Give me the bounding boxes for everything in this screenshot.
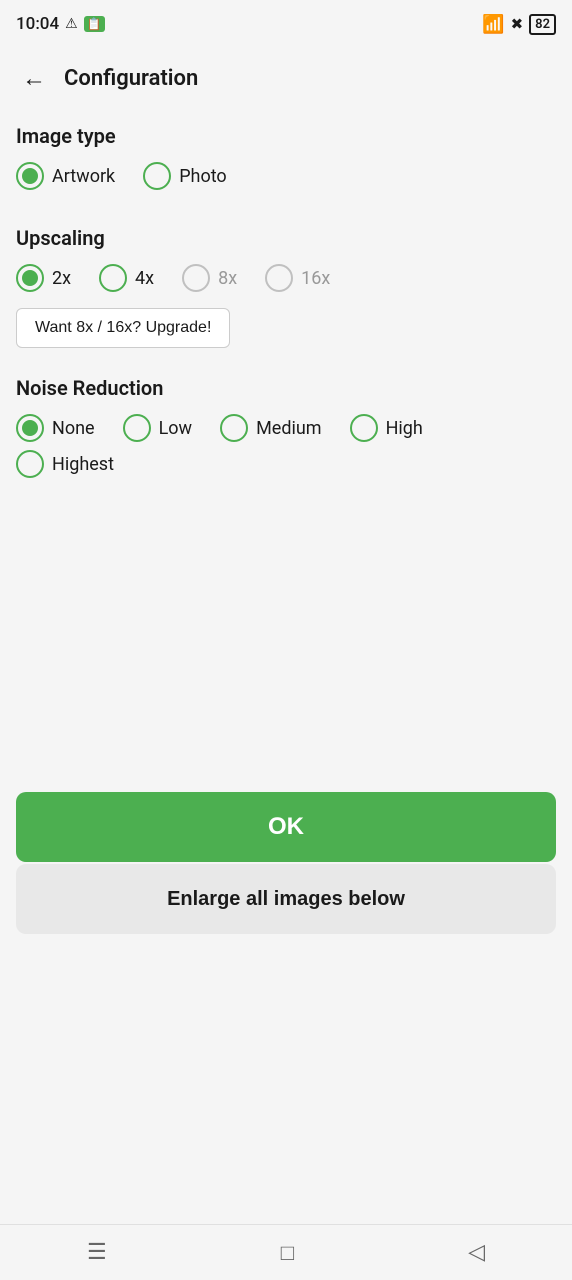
medium-radio-outer — [220, 414, 248, 442]
noise-highest[interactable]: Highest — [16, 450, 114, 478]
buttons-area: OK Enlarge all images below — [0, 792, 572, 934]
8x-radio-outer — [182, 264, 210, 292]
menu-icon[interactable]: ☰ — [87, 1240, 107, 1265]
upscaling-4x[interactable]: 4x — [99, 264, 154, 292]
8x-label: 8x — [218, 268, 237, 289]
image-type-artwork[interactable]: Artwork — [16, 162, 115, 190]
upscaling-radio-group: 2x 4x 8x 16x — [16, 264, 556, 300]
image-type-photo[interactable]: Photo — [143, 162, 227, 190]
back-button[interactable]: ← — [16, 60, 52, 96]
high-radio-outer — [350, 414, 378, 442]
warning-icon: ⚠ — [65, 16, 78, 32]
battery-indicator: 82 — [529, 14, 556, 35]
upscaling-title: Upscaling — [16, 226, 556, 250]
16x-radio-outer — [265, 264, 293, 292]
2x-label: 2x — [52, 268, 71, 289]
wifi-icon: 📶 — [482, 14, 504, 35]
none-radio-outer — [16, 414, 44, 442]
header: ← Configuration — [0, 48, 572, 108]
image-type-section: Image type Artwork Photo — [16, 124, 556, 198]
artwork-radio-inner — [22, 168, 38, 184]
noise-low[interactable]: Low — [123, 414, 193, 442]
status-bar-right: 📶 ✖ 82 — [482, 14, 556, 35]
16x-label: 16x — [301, 268, 330, 289]
spacer — [0, 954, 572, 1224]
status-time: 10:04 — [16, 14, 59, 34]
upscaling-section: Upscaling 2x 4x 8x 16x — [16, 226, 556, 348]
app-icon: 📋 — [84, 16, 105, 32]
2x-radio-inner — [22, 270, 38, 286]
image-type-title: Image type — [16, 124, 556, 148]
2x-radio-outer — [16, 264, 44, 292]
ok-button[interactable]: OK — [16, 792, 556, 862]
noise-reduction-radio-group: None Low Medium High — [16, 414, 556, 450]
bottom-nav: ☰ □ ◁ — [0, 1224, 572, 1280]
upscaling-16x: 16x — [265, 264, 330, 292]
4x-label: 4x — [135, 268, 154, 289]
highest-radio-outer — [16, 450, 44, 478]
upscaling-8x: 8x — [182, 264, 237, 292]
none-radio-inner — [22, 420, 38, 436]
noise-reduction-title: Noise Reduction — [16, 376, 556, 400]
home-icon[interactable]: □ — [281, 1240, 294, 1266]
back-arrow-icon: ← — [22, 66, 46, 90]
upscaling-2x[interactable]: 2x — [16, 264, 71, 292]
page-title: Configuration — [64, 66, 198, 91]
highest-label: Highest — [52, 454, 114, 475]
noise-medium[interactable]: Medium — [220, 414, 322, 442]
status-bar-left: 10:04 ⚠ 📋 — [16, 14, 105, 34]
noise-high[interactable]: High — [350, 414, 423, 442]
content: Image type Artwork Photo Upscaling 2 — [0, 108, 572, 784]
noise-reduction-section: Noise Reduction None Low Medium — [16, 376, 556, 486]
low-label: Low — [159, 418, 193, 439]
4x-radio-outer — [99, 264, 127, 292]
artwork-radio-outer — [16, 162, 44, 190]
medium-label: Medium — [256, 418, 322, 439]
status-bar: 10:04 ⚠ 📋 📶 ✖ 82 — [0, 0, 572, 48]
noise-none[interactable]: None — [16, 414, 95, 442]
photo-radio-outer — [143, 162, 171, 190]
none-label: None — [52, 418, 95, 439]
enlarge-button[interactable]: Enlarge all images below — [16, 864, 556, 934]
noise-reduction-radio-group-2: Highest — [16, 450, 556, 486]
artwork-label: Artwork — [52, 166, 115, 187]
high-label: High — [386, 418, 423, 439]
image-type-radio-group: Artwork Photo — [16, 162, 556, 198]
low-radio-outer — [123, 414, 151, 442]
photo-label: Photo — [179, 166, 227, 187]
upgrade-button[interactable]: Want 8x / 16x? Upgrade! — [16, 308, 230, 348]
signal-x-icon: ✖ — [511, 15, 524, 33]
back-nav-icon[interactable]: ◁ — [468, 1240, 485, 1265]
